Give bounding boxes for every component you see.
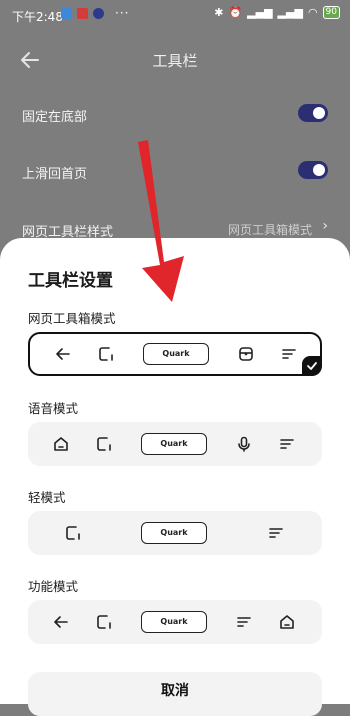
quark-logo: Quark — [141, 611, 207, 633]
multi-window-icon — [97, 437, 111, 451]
alarm-icon: ⏰ — [228, 6, 243, 19]
wifi-icon: ◠ — [307, 6, 318, 19]
signal-icon-2: ▂▄▆ — [277, 6, 303, 19]
sheet-title: 工具栏设置 — [28, 271, 113, 291]
browser-notification-icon — [93, 8, 104, 19]
quark-logo: Quark — [141, 433, 207, 455]
quark-logo: Quark — [143, 343, 209, 365]
home-icon — [54, 437, 68, 451]
microphone-icon — [238, 436, 250, 452]
mode-label-light: 轻模式 — [28, 490, 66, 505]
mode-label-voice: 语音模式 — [28, 401, 79, 416]
battery-icon: 90 — [322, 6, 340, 19]
more-notifications-icon: ··· — [115, 6, 130, 20]
mode-option-function[interactable]: Quark — [28, 600, 322, 644]
top-bar: 工具栏 — [0, 40, 350, 80]
toolbar-settings-sheet: 工具栏设置 网页工具箱模式 Quark 语音模式 Quark 轻模式 Quark… — [0, 238, 350, 716]
home-icon — [280, 615, 294, 629]
multi-window-icon — [99, 347, 113, 361]
cancel-button[interactable]: 取消 — [28, 672, 322, 716]
app-notification-icon — [61, 8, 72, 19]
menu-icon — [237, 617, 251, 627]
setting-pin-bottom: 固定在底部 — [22, 100, 328, 130]
pin-bottom-toggle[interactable] — [298, 104, 328, 122]
signal-icon-1: ▂▄▆ — [247, 6, 273, 19]
selected-check-icon — [302, 356, 322, 376]
chevron-right-icon: › — [322, 218, 328, 234]
mode-label-web-toolbox: 网页工具箱模式 — [28, 311, 116, 326]
back-arrow-icon — [54, 616, 68, 628]
multi-window-icon — [97, 615, 111, 629]
setting-pin-bottom-label: 固定在底部 — [22, 110, 88, 125]
toolbox-icon — [239, 347, 253, 361]
multi-window-icon — [66, 526, 80, 540]
status-time: 下午2:48 — [12, 10, 63, 24]
status-bar: 下午2:48 ··· ✱ ⏰ ▂▄▆ ▂▄▆ ◠ 90 — [0, 0, 350, 30]
menu-icon — [282, 349, 296, 359]
page-title: 工具栏 — [152, 52, 198, 70]
mode-option-voice[interactable]: Quark — [28, 422, 322, 466]
news-notification-icon — [77, 8, 88, 19]
mode-label-function: 功能模式 — [28, 579, 79, 594]
back-arrow-icon — [56, 348, 70, 360]
menu-icon — [269, 528, 283, 538]
setting-toolbar-style-value: 网页工具箱模式 — [227, 223, 312, 237]
mode-option-web-toolbox[interactable]: Quark — [28, 332, 322, 376]
mode-option-light[interactable]: Quark — [28, 511, 322, 555]
menu-icon — [280, 439, 294, 449]
bluetooth-icon: ✱ — [214, 6, 224, 19]
quark-logo: Quark — [141, 522, 207, 544]
swipe-home-toggle[interactable] — [298, 161, 328, 179]
setting-swipe-home: 上滑回首页 — [22, 157, 328, 187]
setting-swipe-home-label: 上滑回首页 — [22, 167, 88, 182]
